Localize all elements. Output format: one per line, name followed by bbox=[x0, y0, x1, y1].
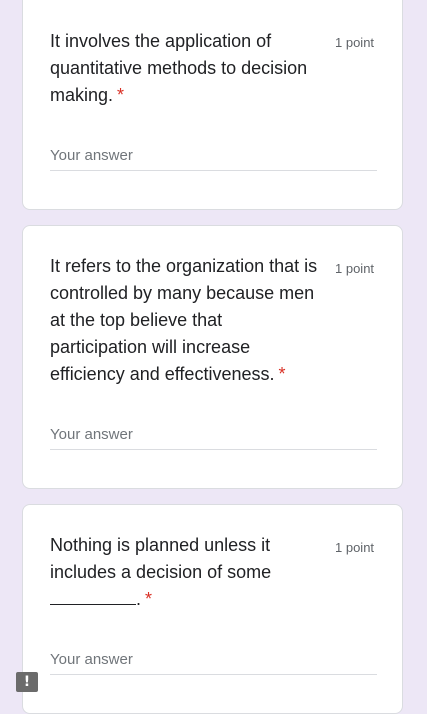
answer-input[interactable] bbox=[50, 426, 377, 450]
required-asterisk: * bbox=[278, 364, 286, 384]
points-label: 1 point bbox=[335, 261, 375, 276]
question-title: It refers to the organization that is co… bbox=[50, 253, 320, 388]
report-feedback-button[interactable]: ! bbox=[16, 672, 38, 692]
required-asterisk: * bbox=[117, 85, 125, 105]
points-label: 1 point bbox=[335, 35, 375, 50]
question-text: It involves the application of quantitat… bbox=[50, 31, 308, 105]
required-asterisk: * bbox=[145, 589, 153, 609]
question-title: Nothing is planned unless it includes a … bbox=[50, 532, 318, 613]
answer-input[interactable] bbox=[50, 651, 377, 675]
exclamation-icon: ! bbox=[23, 674, 31, 690]
question-card: It refers to the organization that is co… bbox=[22, 225, 403, 489]
fill-in-blank bbox=[50, 588, 136, 605]
question-title: It involves the application of quantitat… bbox=[50, 28, 318, 109]
answer-input[interactable] bbox=[50, 147, 377, 171]
question-text: Nothing is planned unless it includes a … bbox=[50, 535, 272, 582]
question-card: Nothing is planned unless it includes a … bbox=[22, 504, 403, 714]
points-label: 1 point bbox=[335, 540, 375, 555]
question-card: It involves the application of quantitat… bbox=[22, 0, 403, 210]
